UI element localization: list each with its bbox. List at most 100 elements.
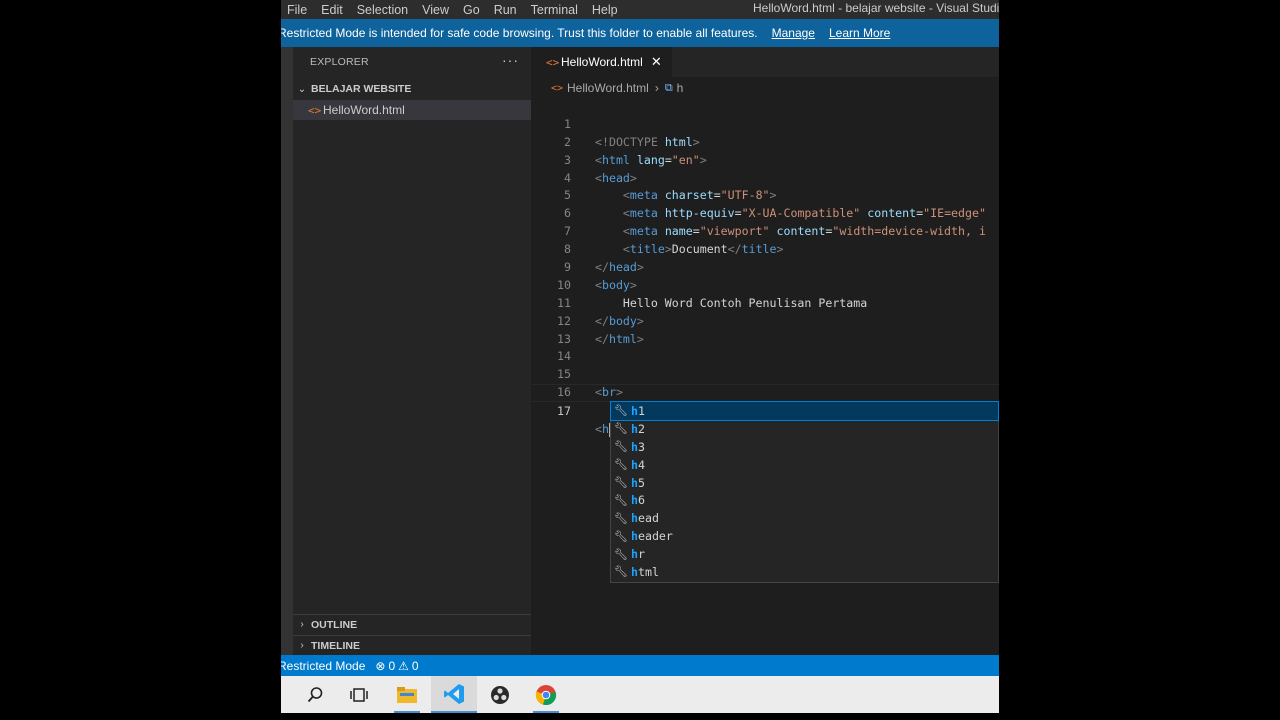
wrench-icon: 🔧︎: [614, 422, 628, 436]
chevron-right-icon: ›: [300, 640, 304, 651]
suggestion-item[interactable]: 🔧︎ h eader: [611, 527, 998, 545]
banner-message: Restricted Mode is intended for safe cod…: [281, 26, 758, 40]
suggestion-item[interactable]: 🔧︎ h 6: [611, 491, 998, 509]
wrench-icon: 🔧︎: [614, 458, 628, 472]
suggestion-item[interactable]: 🔧︎ h r: [611, 545, 998, 563]
html-file-icon: <>: [551, 82, 564, 94]
suggestion-match: h: [631, 403, 638, 418]
menu-bar: File Edit Selection View Go Run Terminal…: [281, 3, 632, 17]
wrench-icon: 🔧︎: [614, 440, 628, 454]
obs-icon[interactable]: [477, 676, 523, 713]
suggestion-match: h: [631, 475, 638, 490]
tab-label: HelloWord.html: [561, 55, 643, 69]
suggestion-label: eader: [637, 529, 673, 544]
code-line: 13: [531, 313, 999, 346]
menu-file[interactable]: File: [287, 3, 307, 17]
wrench-icon: 🔧︎: [614, 404, 628, 418]
code-line: 8 </head>: [531, 223, 999, 274]
error-count: 0: [388, 658, 396, 673]
close-icon[interactable]: ✕: [651, 54, 662, 70]
screen-edge: [281, 713, 999, 720]
chevron-right-icon: ›: [300, 619, 304, 630]
windows-taskbar: [281, 676, 999, 713]
code-line: 4 <meta charset="UTF-8">: [531, 152, 999, 203]
suggestion-match: h: [631, 421, 638, 436]
suggestion-label: 2: [637, 421, 645, 436]
suggestion-label: 5: [637, 475, 645, 490]
more-actions-icon[interactable]: ···: [502, 52, 519, 68]
suggestion-match: h: [631, 457, 638, 472]
manage-link[interactable]: Manage: [772, 26, 815, 40]
suggestion-item[interactable]: 🔧︎ h 3: [611, 438, 998, 456]
autocomplete-widget: 🔧︎ h 1 🔧︎ h 2 🔧︎ h 3 🔧︎ h 4 🔧︎ h 5 🔧︎ h 6 🔧︎ h ead 🔧︎ h…: [610, 401, 999, 583]
warning-icon: ⚠: [398, 658, 409, 673]
menu-edit[interactable]: Edit: [321, 3, 343, 17]
code-line: 7 <title>Document</title>: [531, 205, 999, 256]
menu-terminal[interactable]: Terminal: [531, 3, 578, 17]
wrench-icon: 🔧︎: [614, 529, 628, 543]
suggestion-item[interactable]: 🔧︎ h 1: [610, 401, 999, 421]
suggestion-match: h: [631, 439, 638, 454]
menu-view[interactable]: View: [422, 3, 449, 17]
wrench-icon: 🔧︎: [614, 565, 628, 579]
timeline-section-header[interactable]: › TIMELINE: [293, 635, 531, 655]
code-line: 11 </body>: [531, 277, 999, 328]
outline-section-header[interactable]: › OUTLINE: [293, 614, 531, 634]
chevron-down-icon: ⌄: [297, 83, 307, 95]
suggestion-item[interactable]: 🔧︎ h tml: [611, 563, 998, 581]
learn-more-link[interactable]: Learn More: [829, 26, 890, 40]
file-item-helloword[interactable]: <> HelloWord.html: [293, 100, 531, 120]
code-line: 10 Hello Word Contoh Penulisan Pertama: [531, 259, 999, 310]
code-line: 3 <head>: [531, 134, 999, 185]
vscode-window: File Edit Selection View Go Run Terminal…: [281, 0, 999, 720]
code-line: 16: [531, 366, 999, 399]
status-bar: Restricted Mode ⊗ 0 ⚠ 0: [281, 655, 999, 676]
suggestion-label: tml: [637, 564, 659, 579]
menu-run[interactable]: Run: [494, 3, 517, 17]
suggestion-match: h: [631, 564, 638, 579]
wrench-icon: 🔧︎: [614, 547, 628, 561]
menu-selection[interactable]: Selection: [357, 3, 408, 17]
suggestion-label: 3: [637, 439, 645, 454]
suggestion-label: 4: [637, 457, 645, 472]
suggestion-match: h: [631, 493, 638, 508]
wrench-icon: 🔧︎: [614, 493, 628, 507]
wrench-icon: 🔧︎: [614, 511, 628, 525]
symbol-icon: ⧉: [664, 81, 673, 94]
breadcrumb: <> HelloWord.html › ⧉ h: [551, 81, 683, 95]
folder-section-header[interactable]: ⌄ BELAJAR WEBSITE: [293, 79, 531, 99]
suggestion-item[interactable]: 🔧︎ h 2: [611, 420, 998, 438]
suggestion-match: h: [631, 529, 638, 544]
folder-name: BELAJAR WEBSITE: [311, 83, 412, 95]
suggestion-label: 6: [637, 493, 645, 508]
menu-go[interactable]: Go: [463, 3, 480, 17]
warning-count: 0: [411, 658, 419, 673]
problems-status[interactable]: ⊗ 0 ⚠ 0: [375, 659, 418, 673]
suggestion-item[interactable]: 🔧︎ h ead: [611, 509, 998, 527]
file-explorer-icon[interactable]: [384, 676, 430, 713]
restricted-mode-status[interactable]: Restricted Mode: [281, 659, 365, 673]
outline-label: OUTLINE: [311, 618, 358, 631]
task-view-icon[interactable]: [336, 676, 382, 713]
explorer-sidebar: EXPLORER ··· ⌄ BELAJAR WEBSITE <> HelloW…: [293, 47, 531, 655]
html-file-icon: <>: [546, 55, 560, 69]
suggestion-label: r: [637, 547, 645, 562]
breadcrumb-symbol[interactable]: h: [677, 81, 684, 95]
suggestion-item[interactable]: 🔧︎ h 4: [611, 456, 998, 474]
search-icon[interactable]: [292, 676, 338, 713]
vscode-icon[interactable]: [431, 676, 477, 713]
breadcrumb-file[interactable]: HelloWord.html: [567, 81, 649, 95]
suggestion-label: ead: [637, 511, 659, 526]
chrome-icon[interactable]: [523, 676, 569, 713]
code-token: h: [601, 422, 609, 437]
wrench-icon: 🔧︎: [614, 476, 628, 489]
menu-help[interactable]: Help: [592, 3, 618, 17]
code-line: 15 <br>: [531, 348, 999, 399]
explorer-title: EXPLORER: [310, 56, 369, 68]
suggestion-item[interactable]: 🔧︎ h 5: [611, 474, 998, 492]
code-editor[interactable]: 1 <!DOCTYPE html> 2 <html lang="en"> 3 <…: [531, 98, 999, 437]
code-line: 14: [531, 331, 999, 363]
code-line: 6 <meta name="viewport" content="width=d…: [531, 187, 999, 238]
suggestion-match: h: [631, 547, 638, 562]
tab-helloword[interactable]: <> HelloWord.html ✕: [531, 47, 672, 77]
